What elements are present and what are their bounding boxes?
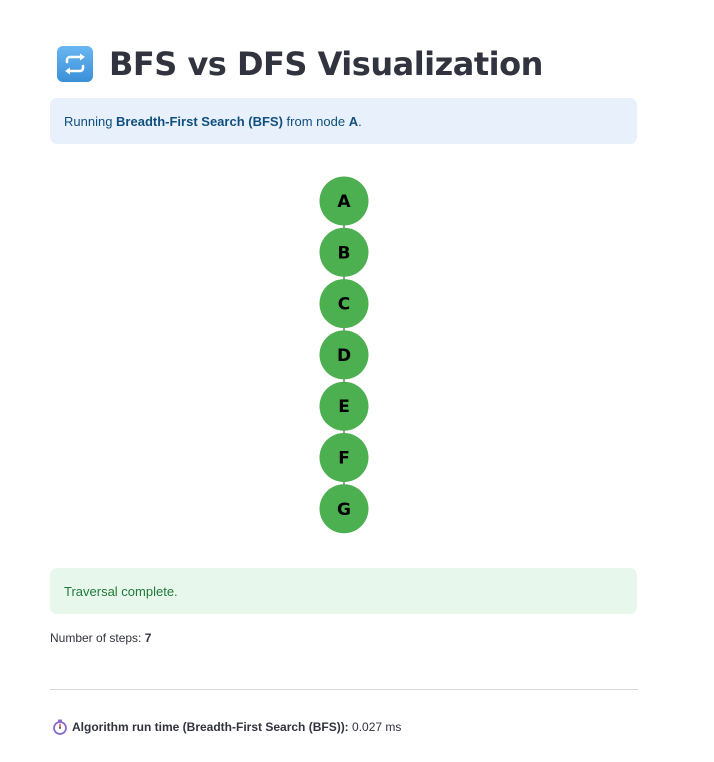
- info-alert-prefix: Running: [64, 113, 117, 129]
- success-alert: Traversal complete.: [50, 568, 637, 614]
- runtime-value: 0.027 ms: [348, 720, 402, 734]
- success-alert-text: Traversal complete.: [64, 583, 178, 599]
- steps-label: Number of steps:: [50, 631, 145, 645]
- runtime-label: Algorithm run time (Breadth-First Search…: [72, 720, 349, 734]
- graph-node-label-E: E: [338, 397, 350, 417]
- info-alert-algorithm: Breadth-First Search (BFS): [116, 113, 283, 129]
- graph-canvas: A B C D E F G: [319, 176, 369, 534]
- page-title: BFS vs DFS Visualization: [109, 45, 543, 83]
- graph-node-label-A: A: [337, 192, 351, 212]
- graph-node-label-F: F: [338, 449, 350, 469]
- page-header: BFS vs DFS Visualization: [57, 44, 543, 84]
- steps-value: 7: [144, 631, 152, 645]
- graph-node-label-G: G: [337, 500, 351, 520]
- graph-node-label-B: B: [338, 243, 351, 263]
- runtime-info: Algorithm run time (Breadth-First Search…: [52, 719, 401, 735]
- info-alert-middle: from node: [282, 113, 349, 129]
- stopwatch-icon: [52, 719, 68, 735]
- steps-count: Number of steps: 7: [50, 631, 151, 645]
- info-alert-suffix: .: [358, 113, 362, 129]
- info-alert: Running Breadth-First Search (BFS) from …: [50, 98, 637, 144]
- graph-visualization: A B C D E F G: [50, 170, 637, 550]
- info-alert-start-node: A: [348, 113, 359, 129]
- repeat-arrows-icon: [57, 46, 93, 82]
- graph-node-label-D: D: [337, 346, 351, 366]
- divider: [50, 689, 638, 690]
- graph-node-label-C: C: [338, 295, 350, 315]
